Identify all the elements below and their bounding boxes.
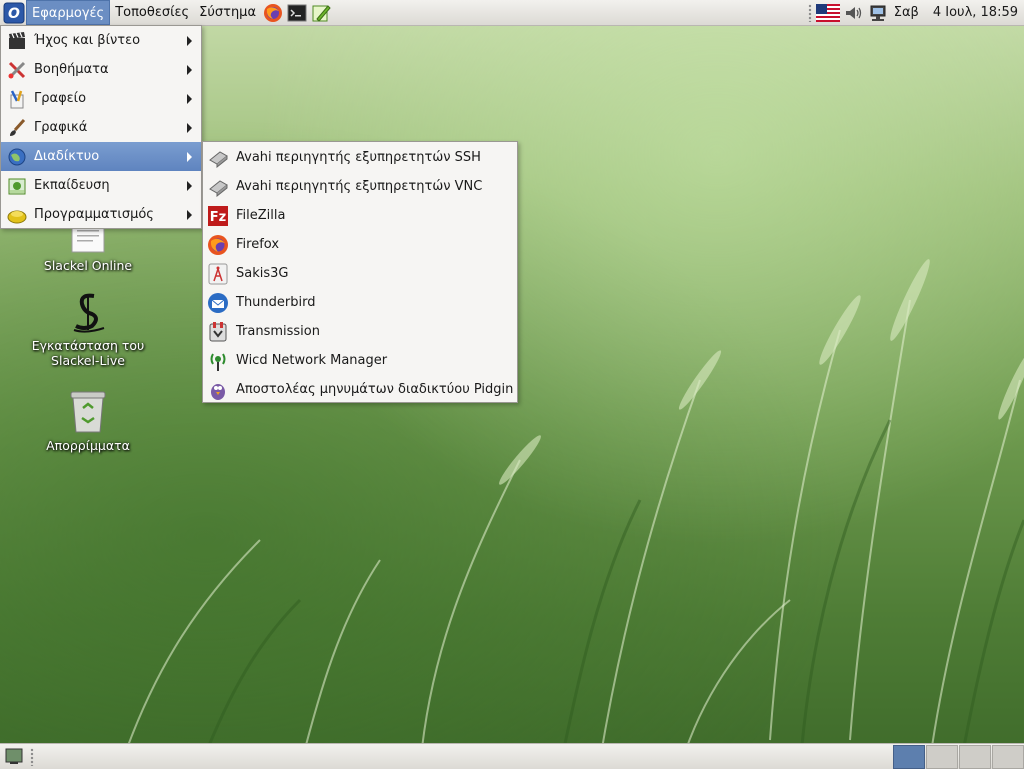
volume-control[interactable] (843, 2, 865, 24)
firefox-icon (264, 3, 283, 22)
applications-menu[interactable]: Εφαρμογές (26, 0, 111, 25)
menu-item-label: Γραφείο (34, 91, 87, 106)
submenu-item-firefox[interactable]: Firefox (203, 230, 517, 259)
submenu-item-avahi-vnc[interactable]: Avahi περιηγητής εξυπηρετητών VNC (203, 172, 517, 201)
firefox-launcher[interactable] (262, 2, 284, 24)
avahi-ssh-icon (207, 147, 229, 169)
submenu-item-label: Αποστολέας μηνυμάτων διαδικτύου Pidgin (236, 382, 514, 397)
trash-icon (70, 391, 106, 433)
desktop-icon-install-slackel-live[interactable]: Εγκατάσταση του Slackel-Live (28, 290, 148, 368)
menu-item-label: Εκπαίδευση (34, 178, 110, 193)
applications-dropdown: Ήχος και βίντεο Βοηθήματα Γραφείο Γραφικ… (0, 25, 202, 229)
menu-item-accessories[interactable]: Βοηθήματα (1, 55, 201, 84)
submenu-arrow-icon (187, 35, 192, 46)
system-tray: Σαβ 4 Ιουλ, 18:59 (806, 0, 1024, 25)
submenu-item-wicd[interactable]: Wicd Network Manager (203, 346, 517, 375)
clock[interactable]: 4 Ιουλ, 18:59 (929, 5, 1024, 20)
places-menu[interactable]: Τοποθεσίες (110, 0, 194, 25)
main-menu-logo-icon[interactable]: O (3, 2, 25, 24)
network-status[interactable] (867, 2, 889, 24)
desktop-icon-label: Slackel Online (43, 258, 133, 273)
workspace-1[interactable] (893, 745, 925, 769)
submenu-item-label: Transmission (236, 324, 320, 339)
submenu-item-label: Thunderbird (236, 295, 316, 310)
submenu-item-transmission[interactable]: Transmission (203, 317, 517, 346)
submenu-item-label: Avahi περιηγητής εξυπηρετητών VNC (236, 179, 483, 194)
panel-handle (807, 3, 812, 22)
desktop-icon-trash[interactable]: Απορρίμματα (28, 388, 148, 453)
menu-item-sound-video[interactable]: Ήχος και βίντεο (1, 26, 201, 55)
top-panel: O Εφαρμογές Τοποθεσίες Σύστημα Σαβ 4 Ιου… (0, 0, 1024, 26)
clapperboard-icon (6, 30, 28, 52)
menu-item-label: Γραφικά (34, 120, 88, 135)
us-flag-icon (815, 3, 840, 22)
workspace-4[interactable] (992, 745, 1024, 769)
avahi-vnc-icon (207, 176, 229, 198)
desktop-icon-label: Εγκατάσταση του Slackel-Live (31, 338, 145, 368)
submenu-arrow-icon (187, 93, 192, 104)
submenu-item-pidgin[interactable]: Αποστολέας μηνυμάτων διαδικτύου Pidgin (203, 375, 517, 404)
svg-text:Fz: Fz (210, 210, 226, 225)
submenu-item-label: FileZilla (236, 208, 286, 223)
text-editor-icon (312, 4, 331, 22)
menu-item-label: Προγραμματισμός (34, 207, 154, 222)
volume-icon (845, 6, 861, 19)
firefox-icon (207, 234, 229, 256)
paintbrush-icon (6, 117, 28, 139)
bottom-panel (0, 743, 1024, 769)
education-icon (6, 175, 28, 197)
submenu-arrow-icon (187, 151, 192, 162)
menu-item-label: Ήχος και βίντεο (34, 33, 141, 48)
desktop-icon-slackel-online[interactable]: Slackel Online (28, 222, 148, 273)
submenu-item-label: Sakis3G (236, 266, 289, 281)
submenu-item-label: Firefox (236, 237, 280, 252)
filezilla-icon: Fz (207, 205, 229, 227)
desktop-icon-label: Απορρίμματα (46, 438, 130, 453)
slackel-logo-icon (73, 293, 105, 333)
submenu-arrow-icon (187, 122, 192, 133)
system-menu[interactable]: Σύστημα (194, 0, 261, 25)
thunderbird-icon (207, 292, 229, 314)
submenu-arrow-icon (187, 180, 192, 191)
submenu-arrow-icon (187, 209, 192, 220)
submenu-item-sakis3g[interactable]: Sakis3G (203, 259, 517, 288)
submenu-item-label: Avahi περιηγητής εξυπηρετητών SSH (236, 150, 481, 165)
clock-day[interactable]: Σαβ (890, 5, 929, 20)
globe-icon (6, 146, 28, 168)
internet-submenu: Avahi περιηγητής εξυπηρετητών SSH Avahi … (202, 141, 518, 403)
terminal-icon (287, 4, 307, 21)
menu-item-label: Βοηθήματα (34, 62, 109, 77)
menu-item-internet[interactable]: Διαδίκτυο (1, 142, 201, 171)
wicd-icon (207, 350, 229, 372)
programming-icon (6, 204, 28, 226)
network-icon (870, 5, 886, 21)
submenu-item-avahi-ssh[interactable]: Avahi περιηγητής εξυπηρετητών SSH (203, 143, 517, 172)
accessories-icon (6, 59, 28, 81)
text-editor-launcher[interactable] (310, 2, 332, 24)
pidgin-icon (207, 379, 229, 401)
menu-item-programming[interactable]: Προγραμματισμός (1, 200, 201, 229)
workspace-3[interactable] (959, 745, 991, 769)
panel-handle (30, 748, 34, 766)
menu-item-graphics[interactable]: Γραφικά (1, 113, 201, 142)
submenu-item-thunderbird[interactable]: Thunderbird (203, 288, 517, 317)
transmission-icon (207, 321, 229, 343)
workspace-2[interactable] (926, 745, 958, 769)
office-icon (6, 88, 28, 110)
menu-item-office[interactable]: Γραφείο (1, 84, 201, 113)
submenu-arrow-icon (187, 64, 192, 75)
menu-item-label: Διαδίκτυο (34, 149, 100, 164)
show-desktop-button[interactable] (3, 745, 25, 767)
menu-item-education[interactable]: Εκπαίδευση (1, 171, 201, 200)
show-desktop-icon (5, 748, 23, 764)
keyboard-layout-indicator[interactable] (815, 2, 841, 24)
sakis3g-icon (207, 263, 229, 285)
terminal-launcher[interactable] (286, 2, 308, 24)
submenu-item-filezilla[interactable]: Fz FileZilla (203, 201, 517, 230)
svg-text:O: O (8, 6, 20, 22)
submenu-item-label: Wicd Network Manager (236, 353, 388, 368)
